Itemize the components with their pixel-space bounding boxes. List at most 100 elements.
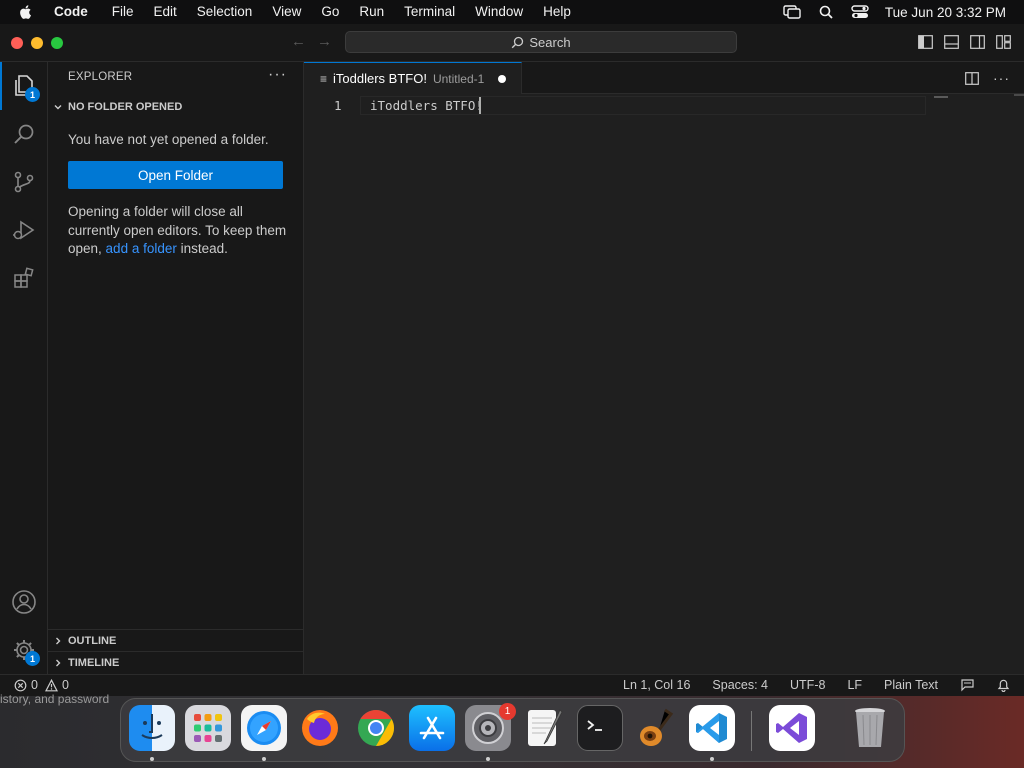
cursor-position[interactable]: Ln 1, Col 16 (623, 678, 690, 692)
system-settings-running-indicator (486, 757, 490, 761)
feedback-icon[interactable] (960, 678, 975, 692)
activity-run-debug[interactable] (0, 206, 48, 254)
app-store-icon (419, 716, 445, 740)
minimap[interactable] (934, 96, 948, 98)
account-icon (12, 590, 36, 614)
primary-sidebar-icon (918, 35, 933, 49)
dock-vscode[interactable] (689, 705, 735, 751)
explorer-title: EXPLORER (68, 71, 133, 83)
folder-note-suffix: instead. (176, 241, 228, 256)
terminal-prompt-icon (587, 720, 602, 731)
editor-actions: ··· (965, 70, 1010, 86)
window-zoom-button[interactable] (51, 37, 63, 49)
code-line[interactable]: iToddlers BTFO! (370, 98, 483, 113)
control-center-tray[interactable] (843, 5, 877, 19)
menu-terminal[interactable]: Terminal (394, 0, 465, 24)
activity-explorer[interactable]: 1 (0, 62, 48, 110)
plain-text-file-icon: ≡ (320, 71, 328, 86)
more-actions-icon[interactable]: ··· (993, 70, 1010, 86)
control-center-icon (851, 5, 869, 18)
title-bar: ← → Search (0, 24, 1024, 62)
toggle-panel-button[interactable] (944, 35, 959, 54)
text-cursor (479, 97, 481, 114)
chevron-down-icon (48, 102, 68, 112)
visual-studio-icon (776, 713, 807, 743)
vertical-scrollbar[interactable] (1014, 94, 1024, 96)
menu-edit[interactable]: Edit (144, 0, 187, 24)
window-minimize-button[interactable] (31, 37, 43, 49)
activity-source-control[interactable] (0, 158, 48, 206)
no-folder-section-header[interactable]: NO FOLDER OPENED (48, 96, 303, 118)
spotlight-search-icon (819, 5, 833, 19)
dock-finder[interactable] (129, 705, 175, 751)
apple-menu[interactable] (0, 4, 50, 20)
activity-extensions[interactable] (0, 254, 48, 302)
toggle-primary-sidebar-button[interactable] (918, 35, 933, 54)
unsaved-dot-icon[interactable] (498, 74, 507, 83)
indentation[interactable]: Spaces: 4 (712, 678, 768, 692)
editor-area: ≡ iToddlers BTFO! Untitled-1 ··· 1 iTodd… (304, 62, 1024, 674)
warning-count: 0 (61, 678, 69, 692)
vscode-running-indicator (710, 757, 714, 761)
trash-icon (855, 708, 885, 747)
finder-icon (141, 714, 163, 739)
dock-app-store[interactable] (409, 705, 455, 751)
settings-badge: 1 (25, 651, 40, 666)
dock-garageband[interactable] (633, 705, 679, 751)
language-mode[interactable]: Plain Text (884, 678, 938, 692)
screen-mirroring-tray[interactable] (775, 5, 809, 19)
dock-textedit[interactable] (521, 705, 567, 751)
dock-terminal[interactable] (577, 705, 623, 751)
menu-selection[interactable]: Selection (187, 0, 263, 24)
activity-manage[interactable]: 1 (0, 626, 48, 674)
menu-file[interactable]: File (102, 0, 144, 24)
dock-trash[interactable] (847, 705, 893, 751)
menu-window[interactable]: Window (465, 0, 533, 24)
command-center-search[interactable]: Search (345, 31, 737, 53)
editor-tab-untitled-1[interactable]: ≡ iToddlers BTFO! Untitled-1 (304, 62, 522, 94)
outline-section-header[interactable]: OUTLINE (48, 629, 303, 651)
spotlight-tray[interactable] (809, 5, 843, 19)
dock-safari[interactable] (241, 705, 287, 751)
line-number: 1 (334, 98, 342, 113)
activity-search[interactable] (0, 110, 48, 158)
menu-view[interactable]: View (262, 0, 311, 24)
activity-accounts[interactable] (0, 578, 48, 626)
dock-chrome[interactable] (353, 705, 399, 751)
editor-tab-bar: ≡ iToddlers BTFO! Untitled-1 ··· (304, 62, 1024, 94)
end-of-line[interactable]: LF (847, 678, 862, 692)
chevron-right-icon (48, 658, 68, 668)
add-folder-link[interactable]: add a folder (106, 241, 177, 256)
forward-arrow-icon[interactable]: → (317, 33, 332, 50)
dock-firefox[interactable] (297, 705, 343, 751)
extensions-icon (14, 267, 34, 288)
textedit-icon (528, 709, 563, 746)
toggle-secondary-sidebar-button[interactable] (970, 35, 985, 54)
window-close-button[interactable] (11, 37, 23, 49)
encoding[interactable]: UTF-8 (790, 678, 825, 692)
panel-icon (944, 35, 959, 49)
code-editor[interactable]: 1 iToddlers BTFO! (304, 94, 1024, 674)
back-arrow-icon[interactable]: ← (291, 33, 306, 50)
dock-launchpad[interactable] (185, 705, 231, 751)
vscode-window: ← → Search 1 1 EXPLORER ··· NO FOLDER OP… (0, 24, 1024, 696)
chrome-icon (358, 710, 395, 746)
timeline-section-header[interactable]: TIMELINE (48, 651, 303, 673)
dock-visual-studio[interactable] (769, 705, 815, 751)
menu-help[interactable]: Help (533, 0, 581, 24)
menu-app-name[interactable]: Code (50, 0, 102, 24)
split-editor-icon[interactable] (965, 71, 979, 85)
open-folder-button[interactable]: Open Folder (68, 161, 283, 189)
problems-status[interactable]: 0 0 (14, 678, 69, 692)
customize-layout-button[interactable] (996, 35, 1011, 54)
launchpad-icon (194, 714, 222, 742)
run-debug-icon (13, 220, 35, 240)
explorer-more-actions-icon[interactable]: ··· (268, 66, 287, 84)
notifications-bell-icon[interactable] (997, 678, 1010, 692)
system-settings-badge: 1 (499, 703, 516, 720)
menu-run[interactable]: Run (349, 0, 394, 24)
menubar-clock[interactable]: Tue Jun 20 3:32 PM (877, 5, 1024, 20)
timeline-label: TIMELINE (68, 656, 120, 669)
search-icon (512, 36, 524, 48)
menu-go[interactable]: Go (311, 0, 349, 24)
